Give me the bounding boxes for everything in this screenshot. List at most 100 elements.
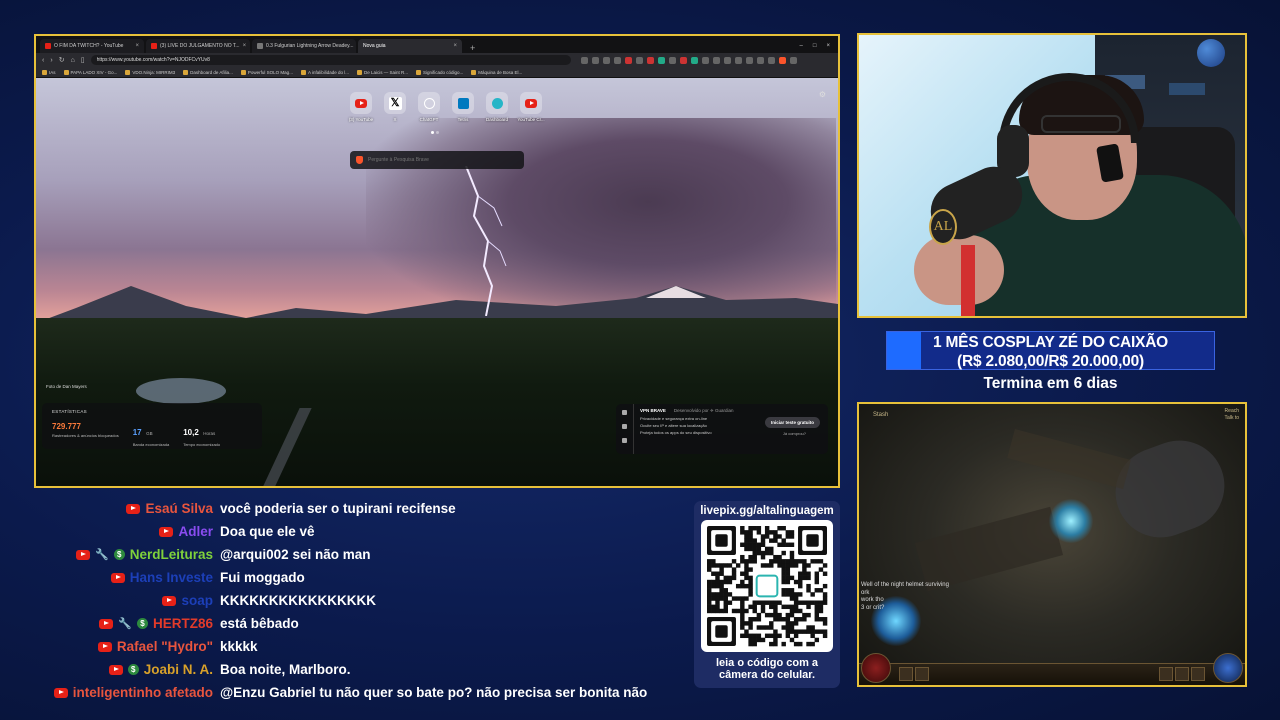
shield-icon[interactable]: [622, 410, 627, 415]
chat-username[interactable]: soap: [181, 593, 213, 608]
shortcut-dashboard[interactable]: Dashboard: [484, 92, 510, 122]
extension-icon[interactable]: [712, 56, 720, 64]
tab-1[interactable]: (3) LIVE DO JULGAMENTO NO T... ×: [146, 39, 250, 53]
extension-icon[interactable]: [668, 56, 676, 64]
bookmark-item[interactable]: Significado código...: [416, 69, 463, 75]
bookmark-item[interactable]: A infalibilidade do l...: [300, 69, 349, 75]
bookmark-item[interactable]: De Laicis — Saint R...: [356, 69, 408, 75]
chat-username[interactable]: Joabi N. A.: [144, 662, 213, 677]
shortcut-tetris[interactable]: Tetris: [450, 92, 476, 122]
chat-message: Rafael "Hydro" kkkkk: [40, 635, 680, 658]
tab-2[interactable]: 0.3 Fulgurian Lightning Arrow Deadey...×: [252, 39, 356, 53]
youtube-icon: [53, 687, 68, 698]
extension-icons: [580, 56, 797, 64]
extension-icon[interactable]: [679, 56, 687, 64]
extension-icon[interactable]: [613, 56, 621, 64]
bookmark-item[interactable]: Powerful SOLO Mag...: [240, 69, 293, 75]
extension-icon[interactable]: [734, 56, 742, 64]
extension-icon[interactable]: [646, 56, 654, 64]
chatgpt-icon: [423, 97, 435, 109]
stat-bandwidth: 17 GB Banda economizada: [133, 422, 169, 447]
shortcut-x[interactable]: 𝕏X: [382, 92, 408, 122]
wrench-icon: 🔧: [118, 618, 132, 630]
close-icon[interactable]: ×: [135, 43, 139, 49]
back-icon[interactable]: ‹: [42, 57, 44, 64]
tab-3[interactable]: Nova guia ×: [358, 39, 462, 53]
shortcut-label: Tetris: [457, 117, 469, 122]
maximize-icon[interactable]: □: [813, 43, 817, 49]
wrench-icon: 🔧: [95, 549, 109, 561]
extension-icon[interactable]: [635, 56, 643, 64]
extension-icon[interactable]: [745, 56, 753, 64]
chat-author: soap: [40, 593, 220, 608]
bookmark-item[interactable]: IAs: [42, 69, 56, 75]
address-bar: ‹ › ↻ ⌂ ▯: [36, 53, 838, 67]
mic-badge-logo: AL: [929, 209, 957, 245]
live-chat: Esaú Silva você poderia ser o tupirani re…: [40, 497, 680, 704]
shortcut-label: X: [393, 117, 397, 122]
search-input[interactable]: [350, 151, 524, 169]
close-icon[interactable]: ×: [453, 43, 457, 49]
chat-username[interactable]: Rafael "Hydro": [117, 639, 213, 654]
stat-value: 17: [132, 428, 142, 437]
forward-icon[interactable]: ›: [50, 57, 52, 64]
tab-0[interactable]: O FIM DA TWITCH? - YouTube ×: [40, 39, 144, 53]
bookmark-icon[interactable]: ▯: [81, 56, 85, 64]
youtube-icon: [159, 526, 174, 537]
shortcut-youtube[interactable]: (3) YouTube: [348, 92, 374, 122]
extension-icon[interactable]: [580, 56, 588, 64]
money-icon: $: [113, 549, 125, 560]
menu-icon[interactable]: [789, 56, 797, 64]
chat-author: Adler: [40, 524, 220, 539]
extension-icon[interactable]: [591, 56, 599, 64]
stat-value: 729.777: [52, 422, 81, 431]
extension-icon[interactable]: [690, 56, 698, 64]
close-window-icon[interactable]: ×: [826, 43, 830, 49]
chat-text: kkkkk: [220, 639, 258, 654]
extension-icon[interactable]: [657, 56, 665, 64]
bookmark-item[interactable]: VDO.Ninja: MIRRIM3: [125, 69, 175, 75]
extension-icon[interactable]: [602, 56, 610, 64]
gear-icon[interactable]: ⚙: [819, 90, 826, 99]
bookmark-item[interactable]: PAPA LADO XIV - Go...: [63, 69, 117, 75]
youtube-icon: [355, 98, 367, 108]
url-input[interactable]: [90, 55, 571, 65]
extension-icon[interactable]: [723, 56, 731, 64]
chat-username[interactable]: HERTZ86: [153, 616, 213, 631]
photo-credit[interactable]: Foto de Dan Mayers: [46, 384, 87, 389]
warning-icon[interactable]: [622, 424, 627, 429]
chat-text: você poderia ser o tupirani recifense: [220, 501, 456, 516]
chat-username[interactable]: NerdLeituras: [130, 547, 213, 562]
chat-username[interactable]: Hans Investe: [130, 570, 213, 585]
youtube-icon: [76, 549, 91, 560]
new-tab-page: (3) YouTube 𝕏X ChatGPT Tetris Dashboard …: [36, 78, 838, 486]
chat-username[interactable]: Esaú Silva: [145, 501, 213, 516]
reload-icon[interactable]: ↻: [59, 56, 65, 64]
minimize-icon[interactable]: –: [800, 43, 803, 49]
mana-orb: [1213, 653, 1243, 683]
new-tab-button[interactable]: +: [464, 43, 481, 53]
home-icon[interactable]: ⌂: [71, 57, 75, 64]
brave-shields-icon[interactable]: [778, 56, 786, 64]
extension-icon[interactable]: [701, 56, 709, 64]
bookmark-item[interactable]: Dashboard de Afilia...: [183, 69, 233, 75]
extension-icon[interactable]: [624, 56, 632, 64]
card-icon[interactable]: [622, 438, 627, 443]
chat-username[interactable]: Adler: [178, 524, 213, 539]
chat-username[interactable]: inteligentinho afetado: [73, 685, 213, 700]
shortcut-chatgpt[interactable]: ChatGPT: [416, 92, 442, 122]
extension-icon[interactable]: [756, 56, 764, 64]
game-capture: Stash Reach Talk to Well of the night he…: [857, 402, 1247, 687]
shortcut-pager[interactable]: [431, 131, 439, 134]
widget-switcher: [616, 404, 634, 454]
bookmark-item[interactable]: Máquina de Bosa El...: [471, 69, 522, 75]
close-icon[interactable]: ×: [243, 43, 247, 49]
start-trial-button[interactable]: Iniciar teste gratuito: [764, 417, 820, 428]
shortcut-youtube-creator[interactable]: YouTube Cr...: [517, 92, 545, 122]
stat-caption: Rastreadores & anúncios bloqueados: [52, 433, 119, 438]
extension-icon[interactable]: [767, 56, 775, 64]
bookmarks-bar: IAs PAPA LADO XIV - Go... VDO.Ninja: MIR…: [36, 67, 838, 78]
already-purchased-link[interactable]: Já comprou?: [783, 431, 806, 436]
game-label: Reach: [1224, 408, 1239, 414]
tab-label: Nova guia: [363, 43, 386, 49]
